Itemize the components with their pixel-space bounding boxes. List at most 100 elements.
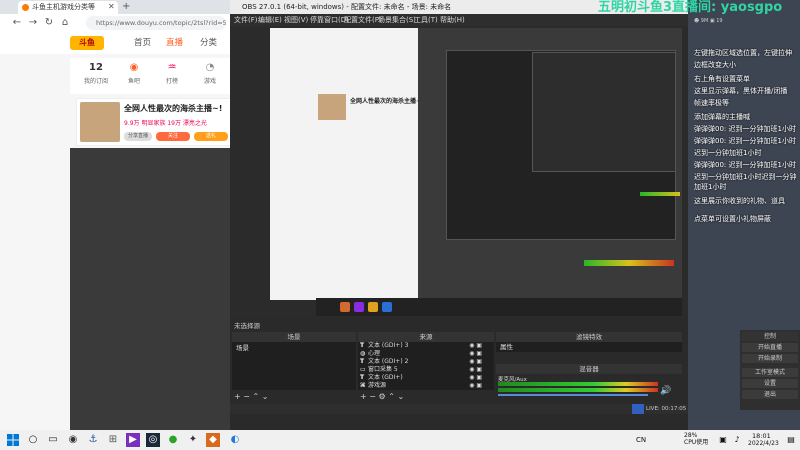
reload-icon[interactable]: ↻ bbox=[42, 14, 56, 32]
follow-button[interactable]: 关注 bbox=[156, 132, 190, 141]
menu-scene-collection[interactable]: 场景集合(S) bbox=[378, 14, 416, 26]
chat-message: 弹弹弹00: 迟到一分钟加班1小时 bbox=[694, 161, 796, 169]
chat-message: 这里显示弹幕，黑体开播/闭播 bbox=[694, 87, 788, 95]
search-icon[interactable]: ○ bbox=[26, 433, 40, 447]
streamer-avatar[interactable] bbox=[80, 102, 120, 142]
source-row[interactable]: T 文本 (GDI+) 2 ◉ ▣ bbox=[360, 358, 492, 366]
browser-tab[interactable]: 斗鱼主机游戏分类等 bbox=[18, 1, 118, 14]
chat-message: 迟到一分钟加班1小时 bbox=[694, 149, 762, 157]
source-row[interactable]: ◍ 心理 ◉ ▣ bbox=[360, 350, 492, 358]
visibility-icon[interactable]: ◉ ▣ bbox=[469, 358, 482, 366]
visibility-icon[interactable]: ◉ ▣ bbox=[469, 350, 482, 358]
studio-mode-button[interactable]: 工作室模式 bbox=[742, 368, 798, 377]
notification-icon[interactable]: ▤ bbox=[784, 433, 798, 447]
chat-message: 弹弹弹00: 迟到一分钟加班1小时 bbox=[694, 137, 796, 145]
source-row[interactable]: ▭ 窗口采集 5 ◉ ▣ bbox=[360, 366, 492, 374]
windows-start-icon[interactable] bbox=[6, 433, 20, 447]
exit-button[interactable]: 退出 bbox=[742, 390, 798, 399]
stream-banner: 五明初斗鱼3直播间: yaosgpo bbox=[598, 0, 783, 15]
menu-file[interactable]: 文件(F) bbox=[234, 14, 258, 26]
douyu-favicon-icon bbox=[22, 4, 29, 11]
source-row[interactable]: ⌘ 游戏源 ◉ ▣ bbox=[360, 382, 492, 390]
streamer-card-tags: 9.9万 明显家族 19万 漂亮之光 bbox=[124, 120, 207, 127]
visibility-icon[interactable]: ◉ ▣ bbox=[469, 374, 482, 382]
app-taskbar-icon[interactable]: ◆ bbox=[206, 433, 220, 447]
forward-icon[interactable]: → bbox=[26, 14, 40, 32]
speaker-icon[interactable]: 🔊 bbox=[660, 386, 671, 396]
preview-app-icon bbox=[354, 302, 364, 312]
back-icon[interactable]: ← bbox=[10, 14, 24, 32]
windows-taskbar bbox=[0, 430, 800, 450]
mixer-dock-title: 混音器 bbox=[496, 364, 682, 374]
volume-slider[interactable] bbox=[498, 394, 648, 396]
edge-icon[interactable]: ◐ bbox=[228, 433, 242, 447]
source-row[interactable]: T 文本 (GDI+) 3 ◉ ▣ bbox=[360, 342, 492, 350]
nav-home[interactable]: 首页 bbox=[134, 36, 151, 50]
preview-nested-capture-2 bbox=[532, 52, 676, 172]
sources-dock-title: 来源 bbox=[358, 332, 494, 342]
steam-icon[interactable]: ◎ bbox=[146, 433, 160, 447]
subnav-game[interactable]: ◔ 游戏 bbox=[196, 62, 224, 85]
visibility-icon[interactable]: ◉ ▣ bbox=[469, 342, 482, 350]
chat-message: 点菜单可设置小礼物屏蔽 bbox=[694, 215, 771, 223]
network-icon[interactable]: ▣ bbox=[716, 433, 730, 447]
cpu-usage-widget: 28% CPU使用 bbox=[684, 432, 709, 446]
volume-tray-icon[interactable]: ♪ bbox=[730, 433, 744, 447]
chat-message: 弹弹弹00: 迟到一分钟加班1小时 bbox=[694, 125, 796, 133]
filters-dock-title: 滤镜特效 bbox=[496, 332, 682, 342]
gift-button[interactable]: 送礼 bbox=[194, 132, 228, 141]
subnav-subscribe[interactable]: 12 我的订阅 bbox=[82, 62, 110, 85]
home-icon[interactable]: ⌂ bbox=[58, 14, 72, 32]
subnav-rank[interactable]: ♒ 打榜 bbox=[158, 62, 186, 85]
app-taskbar-icon[interactable]: ▶ bbox=[126, 433, 140, 447]
source-add-remove-tools[interactable]: + − ⚙ ⌃ ⌄ bbox=[360, 392, 404, 402]
audio-meter bbox=[498, 382, 658, 386]
filters-item[interactable]: 属性 bbox=[496, 342, 682, 352]
nav-live[interactable]: 直播 bbox=[166, 36, 183, 50]
start-recording-button[interactable]: 开始录制 bbox=[742, 354, 798, 363]
menu-tools[interactable]: 工具(T) bbox=[414, 14, 438, 26]
chat-message: 添加弹幕的主播喊 bbox=[694, 113, 750, 121]
obs-status-bar bbox=[230, 404, 688, 414]
clock-time[interactable]: 18:01 bbox=[752, 432, 771, 440]
app-taskbar-icon[interactable]: ✦ bbox=[186, 433, 200, 447]
visibility-icon[interactable]: ◉ ▣ bbox=[469, 382, 482, 390]
streamer-card-title[interactable]: 全网人性最次的海杀主播~! bbox=[124, 103, 232, 115]
new-tab-icon[interactable]: + bbox=[122, 0, 134, 14]
scene-item[interactable]: 场景 bbox=[236, 342, 249, 352]
chat-message: 加班1小时 bbox=[694, 183, 727, 191]
menu-view[interactable]: 视图(V) bbox=[284, 14, 308, 26]
text-source-icon: T bbox=[360, 358, 365, 365]
nav-category[interactable]: 分类 bbox=[200, 36, 217, 50]
game-source-icon: ⌘ bbox=[360, 382, 366, 389]
app-taskbar-icon[interactable]: ● bbox=[166, 433, 180, 447]
source-row[interactable]: T 文本 (GDI+) ◉ ▣ bbox=[360, 374, 492, 382]
address-bar[interactable]: https://www.douyu.com/topic/2tsl?rid=524… bbox=[86, 16, 226, 30]
start-streaming-button[interactable]: 开始直播 bbox=[742, 343, 798, 352]
scene-add-remove-tools[interactable]: + − ⌃ ⌄ bbox=[234, 392, 268, 402]
menu-edit[interactable]: 编辑(E) bbox=[258, 14, 282, 26]
menu-profile[interactable]: 配置文件(P) bbox=[344, 14, 382, 26]
scenes-list[interactable] bbox=[232, 342, 356, 390]
menu-help[interactable]: 帮助(H) bbox=[440, 14, 465, 26]
close-tab-icon[interactable]: ✕ bbox=[108, 1, 118, 13]
subnav-fishbar[interactable]: ◉ 鱼吧 bbox=[120, 62, 148, 85]
clock-date[interactable]: 2022/4/23 bbox=[748, 440, 779, 447]
preview-app-icon bbox=[368, 302, 378, 312]
obs-taskbar-icon[interactable]: ◉ bbox=[66, 433, 80, 447]
app-taskbar-icon[interactable]: ⚓ bbox=[86, 433, 100, 447]
douyu-logo[interactable]: 斗鱼 bbox=[70, 36, 104, 50]
preview-app-icon bbox=[382, 302, 392, 312]
chat-message: 这里展示你收到的礼物、道具 bbox=[694, 197, 785, 205]
input-method-indicator[interactable]: CN bbox=[636, 436, 646, 444]
share-button[interactable]: 分享直播 bbox=[124, 132, 152, 141]
chat-message: 边框改变大小 bbox=[694, 61, 736, 69]
chat-message: 迟到一分钟加班1小时迟到一分钟 bbox=[694, 173, 797, 181]
preview-meter bbox=[640, 192, 680, 196]
visibility-icon[interactable]: ◉ ▣ bbox=[469, 366, 482, 374]
live-indicator-icon bbox=[632, 404, 644, 414]
settings-button[interactable]: 设置 bbox=[742, 379, 798, 388]
preview-avatar bbox=[318, 94, 346, 120]
task-view-icon[interactable]: ▭ bbox=[46, 433, 60, 447]
app-taskbar-icon[interactable]: ⊞ bbox=[106, 433, 120, 447]
